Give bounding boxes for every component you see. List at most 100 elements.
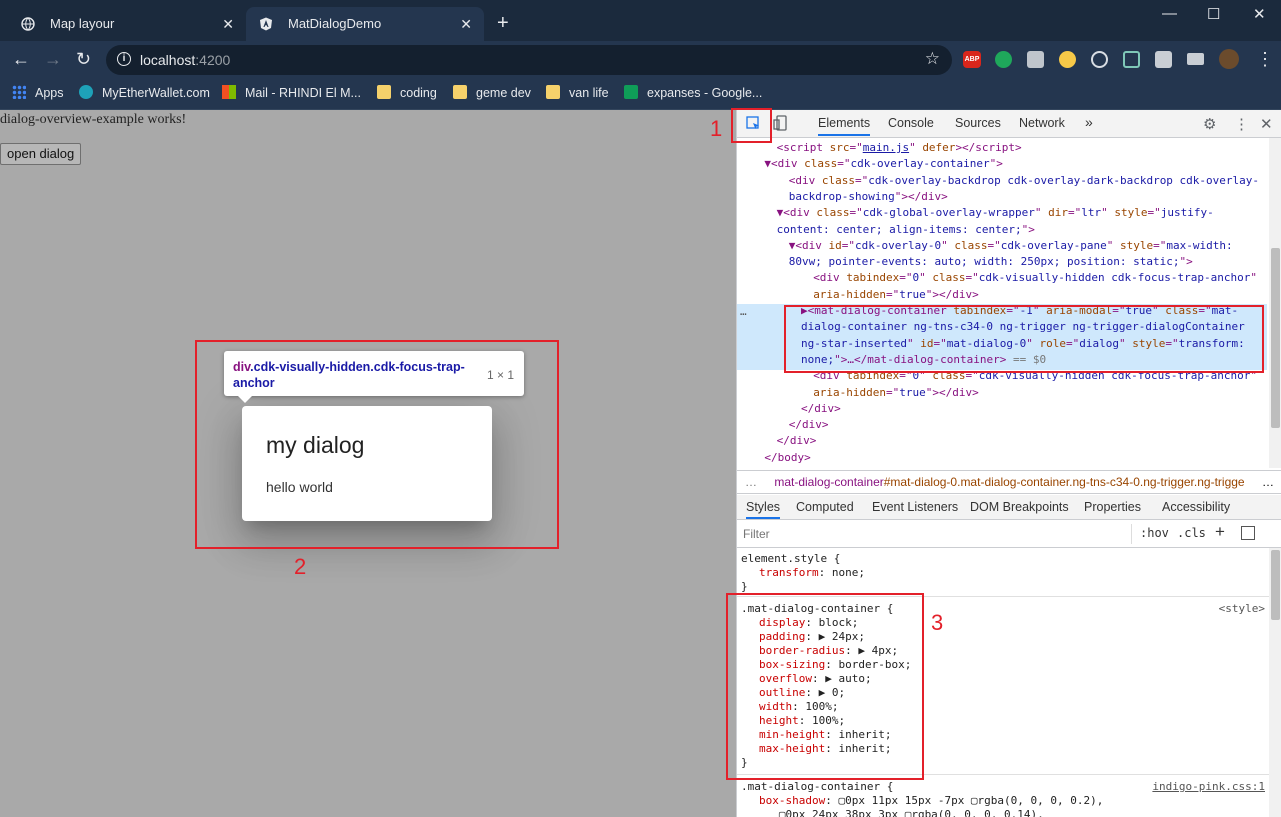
style-prop[interactable]: box-shadow: ▢0px 11px 15px -7px ▢rgba(0,…: [759, 794, 1103, 808]
rule-source-link[interactable]: indigo-pink.css:1: [1152, 780, 1265, 794]
bookmark-folder-coding[interactable]: coding: [377, 85, 437, 100]
devtools-tabbar: Elements Console Sources Network » ⚙ ⋮ ✕: [737, 110, 1281, 138]
angular-icon: [260, 17, 272, 31]
puzzle-icon[interactable]: [1155, 51, 1172, 68]
tab-elements[interactable]: Elements: [818, 116, 871, 136]
row-ellipsis[interactable]: …: [740, 304, 747, 320]
rule-source[interactable]: <style>: [1219, 602, 1265, 616]
browser-toolbar: ← → ↻ i localhost:4200 ☆ ABP ⋮: [0, 41, 1281, 78]
reload-icon[interactable]: ↻: [76, 50, 91, 68]
tab-console[interactable]: Console: [888, 116, 934, 130]
subtab-event-listeners[interactable]: Event Listeners: [872, 500, 958, 514]
url-text[interactable]: localhost:4200: [140, 52, 230, 68]
subtab-styles[interactable]: Styles: [746, 500, 781, 519]
avatar[interactable]: [1219, 49, 1239, 69]
dom-node-line[interactable]: 80vw; pointer-events: auto; width: 250px…: [789, 254, 1193, 270]
bookmark-folder-geme-dev[interactable]: geme dev: [453, 85, 531, 100]
tab-matdialogdemo[interactable]: MatDialogDemo ✕: [246, 7, 484, 41]
subtab-accessibility[interactable]: Accessibility: [1162, 500, 1230, 514]
dom-node-line[interactable]: </body>: [764, 450, 810, 466]
bookmark-apps[interactable]: Apps: [12, 85, 64, 100]
new-rule-icon[interactable]: +: [1215, 522, 1225, 542]
bookmark-star-icon[interactable]: ☆: [925, 49, 940, 69]
folder-icon: [453, 85, 467, 99]
close-devtools-icon[interactable]: ✕: [1260, 115, 1273, 133]
folder-icon: [546, 85, 560, 99]
dom-node-line[interactable]: ▼<div id="cdk-overlay-0" class="cdk-over…: [789, 238, 1233, 254]
back-icon[interactable]: ←: [12, 50, 30, 68]
dom-node-line[interactable]: aria-hidden="true"></div>: [813, 287, 979, 303]
address-bar[interactable]: i localhost:4200 ☆: [106, 45, 952, 75]
toggle-sidebar-icon[interactable]: [1241, 526, 1255, 540]
cls-toggle[interactable]: .cls: [1177, 526, 1206, 540]
annotation-number-3: 3: [931, 610, 944, 635]
bookmark-folder-van-life[interactable]: van life: [546, 85, 609, 100]
dom-node-line[interactable]: </div>: [789, 417, 829, 433]
tab-title: Map layour: [50, 16, 115, 31]
dom-breadcrumb: … mat-dialog-container#mat-dialog-0.mat-…: [737, 470, 1281, 494]
annotation-number-1: 1: [710, 116, 723, 141]
dom-node-line[interactable]: <div tabindex="0" class="cdk-visually-hi…: [813, 270, 1257, 286]
element-style-selector: element.style {: [741, 552, 841, 565]
styles-scrollbar[interactable]: [1269, 548, 1281, 817]
hov-toggle[interactable]: :hov: [1140, 526, 1169, 540]
dom-node-line[interactable]: ▼<div class="cdk-overlay-container">: [764, 156, 1002, 172]
style-prop[interactable]: transform: none;: [759, 566, 865, 580]
settings-icon[interactable]: ⚙: [1203, 115, 1216, 133]
menu-icon[interactable]: ⋮: [1256, 50, 1274, 68]
dom-node-line[interactable]: </div>: [801, 401, 841, 417]
mew-icon: [79, 85, 93, 99]
tab-title: MatDialogDemo: [288, 16, 382, 31]
minimize-icon[interactable]: —: [1162, 5, 1177, 22]
dom-node-line[interactable]: <script src="main.js" defer></script>: [777, 140, 1022, 156]
breadcrumb-tag[interactable]: mat-dialog-container: [760, 475, 883, 489]
styles-filter-row: :hov .cls +: [737, 521, 1281, 548]
new-tab-button[interactable]: +: [497, 12, 509, 34]
annotation-box-2: [195, 340, 559, 549]
subtab-computed[interactable]: Computed: [796, 500, 854, 514]
styles-subtabs: Styles Computed Event Listeners DOM Brea…: [737, 495, 1281, 520]
subtab-properties[interactable]: Properties: [1084, 500, 1141, 514]
breadcrumb-rest[interactable]: #mat-dialog-0.mat-dialog-container.ng-tn…: [884, 475, 1245, 489]
annotation-box-1: [731, 108, 772, 143]
dom-node-line[interactable]: ▼<div class="cdk-global-overlay-wrapper"…: [777, 205, 1214, 221]
maximize-icon[interactable]: ☐: [1207, 5, 1220, 23]
subtab-dom-breakpoints[interactable]: DOM Breakpoints: [970, 500, 1069, 514]
dom-node-line[interactable]: <div class="cdk-overlay-backdrop cdk-ove…: [789, 173, 1259, 189]
camera-icon[interactable]: [1027, 51, 1044, 68]
dom-node-line[interactable]: </div>: [777, 433, 817, 449]
open-dialog-button[interactable]: open dialog: [0, 143, 82, 165]
dom-node-line[interactable]: content: center; align-items: center;">: [777, 222, 1035, 238]
adblock-plus-icon[interactable]: ABP: [963, 51, 981, 68]
media-icon[interactable]: [1187, 53, 1204, 65]
kebab-menu-icon[interactable]: ⋮: [1234, 115, 1249, 133]
bookmark-mail[interactable]: Mail - RHINDI El M...: [222, 85, 361, 100]
dom-scrollbar[interactable]: [1269, 138, 1281, 468]
green-extension-icon[interactable]: [995, 51, 1012, 68]
bookmark-myetherwallet[interactable]: MyEtherWallet.com: [79, 85, 210, 100]
site-info-icon[interactable]: i: [117, 52, 131, 66]
forward-icon[interactable]: →: [44, 50, 62, 68]
annotation-box-3: [726, 593, 924, 780]
close-tab-icon[interactable]: ✕: [460, 7, 472, 41]
device-toggle-icon[interactable]: [773, 115, 788, 131]
styles-filter-input[interactable]: [741, 524, 1132, 544]
pacman-icon[interactable]: [1059, 51, 1076, 68]
tab-network[interactable]: Network: [1019, 116, 1065, 130]
close-window-icon[interactable]: ✕: [1253, 5, 1266, 23]
tab-sources[interactable]: Sources: [955, 116, 1001, 130]
browser-tab-strip: Map layour ✕ MatDialogDemo ✕ + — ☐ ✕: [0, 0, 1281, 41]
dom-node-line[interactable]: aria-hidden="true"></div>: [813, 385, 979, 401]
folder-icon: [377, 85, 391, 99]
annotation-number-2: 2: [294, 554, 307, 579]
microsoft-icon: [222, 85, 236, 99]
more-tabs-icon[interactable]: »: [1085, 114, 1093, 130]
target-icon[interactable]: [1091, 51, 1108, 68]
dom-tree[interactable]: <script src="main.js" defer></script> ▼<d…: [737, 138, 1267, 468]
style-prop[interactable]: ▢0px 24px 38px 3px ▢rgba(0, 0, 0, 0.14),: [759, 808, 1044, 817]
dom-node-line[interactable]: backdrop-showing"></div>: [789, 189, 948, 205]
bookmark-expanses[interactable]: expanses - Google...: [624, 85, 762, 100]
close-tab-icon[interactable]: ✕: [222, 7, 234, 41]
s-extension-icon[interactable]: [1123, 51, 1140, 68]
tab-map-layour[interactable]: Map layour ✕: [8, 7, 246, 41]
